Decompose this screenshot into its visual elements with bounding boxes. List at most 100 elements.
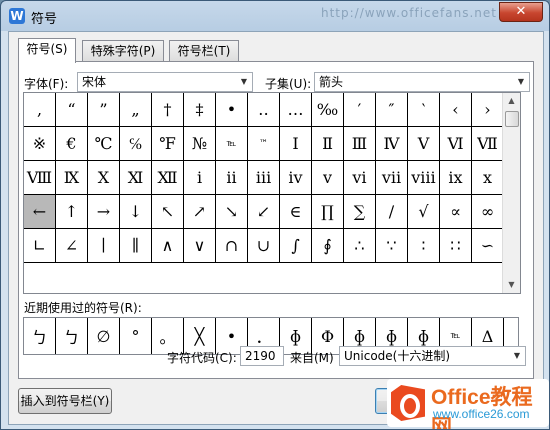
symbol-cell[interactable]: ∥ — [120, 229, 152, 263]
symbol-cell[interactable]: ∠ — [56, 229, 88, 263]
symbol-cell[interactable]: ‥ — [248, 93, 280, 127]
symbol-cell[interactable]: ‵ — [408, 93, 440, 127]
symbol-cell[interactable]: ⅳ — [280, 161, 312, 195]
symbol-cell[interactable]: † — [152, 93, 184, 127]
symbol-cell[interactable]: ∝ — [440, 195, 472, 229]
close-button[interactable]: ✕ — [499, 2, 543, 22]
symbol-cell[interactable]: ∴ — [344, 229, 376, 263]
symbol-cell[interactable]: ∕ — [376, 195, 408, 229]
from-select[interactable]: Unicode(十六进制) ▼ — [339, 346, 526, 366]
symbol-cell[interactable]: ↓ — [120, 195, 152, 229]
symbol-cell[interactable]: ↖ — [152, 195, 184, 229]
chevron-down-icon: ▼ — [517, 77, 525, 86]
symbol-cell[interactable]: ‡ — [184, 93, 216, 127]
symbol-cell[interactable]: Ⅲ — [344, 127, 376, 161]
symbol-cell[interactable]: › — [472, 93, 504, 127]
symbol-cell[interactable]: ∪ — [248, 229, 280, 263]
symbol-cell[interactable]: ″ — [376, 93, 408, 127]
watermark-url: http://www.officefans.net — [321, 6, 497, 20]
symbol-cell[interactable]: ∏ — [312, 195, 344, 229]
symbol-dialog: W 符号 http://www.officefans.net ✕ 符号(S) 特… — [0, 0, 550, 430]
symbol-cell[interactable]: ∟ — [24, 229, 56, 263]
symbol-cell[interactable]: Ⅵ — [440, 127, 472, 161]
symbol-cell[interactable]: ⅵ — [344, 161, 376, 195]
symbol-cell[interactable]: ⅷ — [408, 161, 440, 195]
symbol-cell[interactable]: → — [88, 195, 120, 229]
symbol-cell[interactable]: € — [56, 127, 88, 161]
symbol-cell[interactable]: „ — [120, 93, 152, 127]
char-code-input[interactable]: 2190 — [240, 346, 284, 366]
tab-symbol[interactable]: 符号(S) — [18, 38, 76, 63]
symbol-cell[interactable]: ⅱ — [216, 161, 248, 195]
symbol-cell[interactable]: ℡ — [216, 127, 248, 161]
symbol-grid: , “” „ † ‡ • ‥… ‰ ′ ″ ‵ ‹ › ※ € ℃ ℅ ℉ № ℡ ™ Ⅰ Ⅱ Ⅲ Ⅳ Ⅴ Ⅵ Ⅶ Ⅷ Ⅸ Ⅹ Ⅺ Ⅻⅰ ⅱ ⅲ ⅳ ⅴ… — [23, 92, 521, 294]
recent-symbol-cell[interactable]: ∅ — [88, 318, 120, 354]
title-bar[interactable]: W 符号 http://www.officefans.net ✕ — [1, 1, 549, 31]
symbol-cell[interactable]: Ⅹ — [88, 161, 120, 195]
symbol-cell[interactable]: ∮ — [312, 229, 344, 263]
symbol-cell[interactable]: ∣ — [88, 229, 120, 263]
symbol-cell[interactable]: ℃ — [88, 127, 120, 161]
symbol-cell[interactable]: √ — [408, 195, 440, 229]
symbol-cell[interactable]: ∨ — [184, 229, 216, 263]
symbol-cell[interactable]: ∈ — [280, 195, 312, 229]
symbol-cell[interactable]: ⅰ — [184, 161, 216, 195]
symbol-cell[interactable]: ∩ — [216, 229, 248, 263]
symbol-cell[interactable]: ℉ — [152, 127, 184, 161]
symbol-cell[interactable]: ∷ — [440, 229, 472, 263]
symbol-cell[interactable]: ⅸ — [440, 161, 472, 195]
insert-to-bar-button[interactable]: 插入到符号栏(Y) — [18, 388, 112, 414]
symbol-cells: , “” „ † ‡ • ‥… ‰ ′ ″ ‵ ‹ › ※ € ℃ ℅ ℉ № ℡ ™ Ⅰ Ⅱ Ⅲ Ⅳ Ⅴ Ⅵ Ⅶ Ⅷ Ⅸ Ⅹ Ⅺ Ⅻⅰ ⅱ ⅲ ⅳ ⅴ… — [24, 93, 504, 263]
symbol-cell[interactable]: ∫ — [280, 229, 312, 263]
symbol-cell[interactable]: ⅲ — [248, 161, 280, 195]
symbol-cell[interactable]: Ⅳ — [376, 127, 408, 161]
symbol-cell[interactable]: Ⅰ — [280, 127, 312, 161]
recent-symbol-cell[interactable]: ° — [120, 318, 152, 354]
recent-symbol-cell[interactable]: ㄅ — [24, 318, 56, 354]
scroll-thumb[interactable] — [505, 111, 519, 127]
symbol-cell[interactable]: ∧ — [152, 229, 184, 263]
symbol-cell[interactable]: ∑ — [344, 195, 376, 229]
symbol-cell[interactable]: ↘ — [216, 195, 248, 229]
symbol-cell[interactable]: ℅ — [120, 127, 152, 161]
dialog-body: 符号(S) 特殊字符(P) 符号栏(T) 字体(F): 宋体 ▼ 子集(U): … — [8, 31, 544, 425]
symbol-cell[interactable]: ‰ — [312, 93, 344, 127]
tab-symbol-bar[interactable]: 符号栏(T) — [169, 40, 239, 62]
grid-scrollbar[interactable]: ▲ ▼ — [502, 93, 520, 293]
symbol-cell[interactable]: ※ — [24, 127, 56, 161]
symbol-cell[interactable]: ⅴ — [312, 161, 344, 195]
subset-select[interactable]: 箭头 ▼ — [314, 72, 530, 92]
scroll-up-icon[interactable]: ▲ — [504, 93, 519, 109]
symbol-cell[interactable]: ↙ — [248, 195, 280, 229]
symbol-cell[interactable]: ™ — [248, 127, 280, 161]
symbol-cell[interactable]: • — [216, 93, 248, 127]
symbol-cell[interactable]: … — [280, 93, 312, 127]
symbol-cell[interactable]: ↑ — [56, 195, 88, 229]
symbol-cell[interactable]: ‹ — [440, 93, 472, 127]
symbol-cell[interactable]: ⅹ — [472, 161, 504, 195]
symbol-cell[interactable]: Ⅺ — [120, 161, 152, 195]
tab-special-chars[interactable]: 特殊字符(P) — [82, 40, 164, 62]
symbol-cell[interactable]: ∞ — [472, 195, 504, 229]
symbol-cell[interactable]: ∶ — [408, 229, 440, 263]
recent-symbol-cell[interactable]: ㄅ — [56, 318, 88, 354]
symbol-cell[interactable]: Ⅴ — [408, 127, 440, 161]
symbol-cell[interactable]: “ — [56, 93, 88, 127]
symbol-cell[interactable]: ∵ — [376, 229, 408, 263]
symbol-cell[interactable]: Ⅶ — [472, 127, 504, 161]
symbol-cell[interactable]: ↗ — [184, 195, 216, 229]
symbol-cell[interactable]: ∽ — [472, 229, 504, 263]
symbol-cell[interactable]: ⅶ — [376, 161, 408, 195]
symbol-cell[interactable]: ← — [24, 195, 56, 229]
symbol-cell[interactable]: Ⅻ — [152, 161, 184, 195]
symbol-cell[interactable]: Ⅱ — [312, 127, 344, 161]
symbol-cell[interactable]: Ⅷ — [24, 161, 56, 195]
font-label: 字体(F): — [24, 77, 69, 91]
symbol-cell[interactable]: Ⅸ — [56, 161, 88, 195]
symbol-cell[interactable]: ′ — [344, 93, 376, 127]
symbol-cell[interactable]: № — [184, 127, 216, 161]
scroll-down-icon[interactable]: ▼ — [504, 277, 519, 293]
font-select[interactable]: 宋体 ▼ — [77, 72, 253, 92]
symbol-cell[interactable]: , — [24, 93, 56, 127]
symbol-cell[interactable]: ” — [88, 93, 120, 127]
